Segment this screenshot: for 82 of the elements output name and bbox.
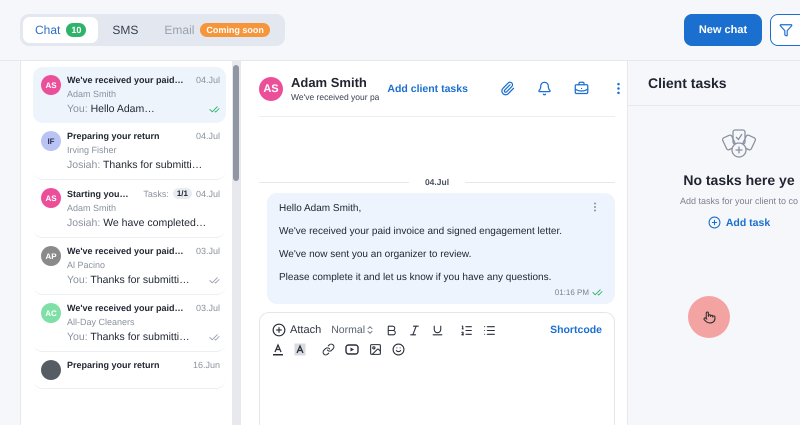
avatar: AC xyxy=(41,303,61,323)
photo-placeholder xyxy=(41,360,61,380)
coming-soon-badge: Coming soon xyxy=(200,23,270,37)
avatar: AP xyxy=(41,246,61,266)
message-preview: You: Thanks for submitti… xyxy=(67,274,191,286)
new-chat-button[interactable]: New chat xyxy=(684,14,762,46)
conversation-date: 04.Jul xyxy=(196,188,220,198)
tasks-label: Tasks: xyxy=(143,188,169,198)
conversation-title: Preparing your return xyxy=(67,131,161,141)
conversation-title: Preparing your return xyxy=(67,360,161,370)
conversation-item[interactable]: Preparing your return 16.Jun xyxy=(33,352,226,389)
hand-pointer-icon xyxy=(702,310,716,324)
plus-circle-icon xyxy=(708,216,721,229)
highlight-icon[interactable] xyxy=(294,343,306,356)
message-preview: You: Thanks for submitti… xyxy=(67,331,191,343)
bell-icon[interactable] xyxy=(536,81,552,96)
conversation-item[interactable]: AC We've received your paid… 03.Jul All-Day Cleaners You: Thanks for submitti… xyxy=(33,295,226,352)
attach-button[interactable]: Attach xyxy=(272,323,322,337)
count-badge: 10 xyxy=(66,23,86,37)
bullet-list-icon[interactable] xyxy=(483,324,496,336)
filter-icon xyxy=(778,23,792,37)
message-time: 01:16 PM xyxy=(554,288,589,297)
message-text: We've received your paid invoice and signed engagement letter. xyxy=(279,226,564,237)
conversation-date: 03.Jul xyxy=(196,303,220,313)
add-task-label: Add task xyxy=(726,216,770,228)
contact-name: Al Pacino xyxy=(67,260,106,270)
contact-name: Adam Smith xyxy=(67,89,116,99)
shortcode-link[interactable]: Shortcode xyxy=(550,324,602,336)
image-icon[interactable] xyxy=(369,343,382,356)
emoji-icon[interactable] xyxy=(392,343,405,356)
attach-label: Attach xyxy=(290,324,322,336)
text-color-icon[interactable] xyxy=(272,343,284,356)
conversation-date: 04.Jul xyxy=(196,75,220,85)
contact-name: Irving Fisher xyxy=(67,145,117,155)
italic-icon[interactable] xyxy=(408,324,422,336)
chat-subtitle: We've received your pa xyxy=(291,92,380,102)
panel-title: Client tasks xyxy=(648,75,727,91)
channel-tab[interactable]: Chat 10 xyxy=(23,17,98,43)
conversation-item[interactable]: AP We've received your paid… 03.Jul Al Pacino You: Thanks for submitti… xyxy=(33,238,226,295)
add-task-button[interactable]: Add task xyxy=(708,216,770,229)
message-text: Please complete it and let us know if you have any questions. xyxy=(279,272,552,283)
format-label: Normal xyxy=(331,324,366,336)
date-divider: 04.Jul xyxy=(424,177,450,187)
underline-icon[interactable] xyxy=(431,324,444,336)
conversation-item[interactable]: IF Preparing your return 04.Jul Irving Fisher Josiah: Thanks for submitti… xyxy=(33,123,226,180)
message-text: Hello Adam Smith, xyxy=(279,203,362,214)
briefcase-icon[interactable] xyxy=(574,81,589,96)
video-icon[interactable] xyxy=(345,343,359,356)
avatar: AS xyxy=(259,76,283,100)
plus-circle-icon xyxy=(272,323,286,337)
avatar: AS xyxy=(41,188,61,208)
conversation-item[interactable]: AS Starting you… Tasks: 1/1 04.Jul Adam Smith Josiah: We have completed… xyxy=(33,180,226,238)
conversation-title: Starting you… xyxy=(67,188,130,198)
conversation-title: We've received your paid… xyxy=(67,303,185,313)
avatar: IF xyxy=(41,131,61,151)
message-text: We've now sent you an organizer to review. xyxy=(279,249,472,260)
contact-name: Adam Smith xyxy=(291,75,368,90)
format-select[interactable]: Normal xyxy=(331,324,376,336)
conversation-date: 04.Jul xyxy=(196,131,220,141)
contact-name: Adam Smith xyxy=(67,203,116,213)
empty-title: No tasks here ye xyxy=(683,172,795,188)
conversation-date: 03.Jul xyxy=(196,246,220,256)
tasks-cards-icon xyxy=(721,128,757,160)
channel-tab[interactable]: SMS xyxy=(100,17,150,43)
bold-icon[interactable] xyxy=(385,324,398,336)
message-preview: Josiah: We have completed… xyxy=(67,217,208,229)
tasks-count: 1/1 xyxy=(172,188,192,199)
conversation-date: 16.Jun xyxy=(192,360,220,370)
message-preview: Josiah: Thanks for submitti… xyxy=(67,159,204,171)
conversation-title: We've received your paid… xyxy=(67,246,185,256)
filter-button[interactable] xyxy=(770,14,800,46)
message-preview: You: Hello Adam… xyxy=(67,103,156,115)
paperclip-icon[interactable] xyxy=(500,81,515,96)
link-icon[interactable] xyxy=(322,343,335,356)
conversation-item[interactable]: AS We've received your paid… 04.Jul Adam Smith You: Hello Adam… xyxy=(33,67,226,123)
empty-text: Add tasks for your client to co xyxy=(680,196,798,206)
avatar: AS xyxy=(41,75,61,95)
contact-name: All-Day Cleaners xyxy=(67,317,135,327)
ordered-list-icon[interactable] xyxy=(460,324,474,336)
add-client-tasks-link[interactable]: Add client tasks xyxy=(387,82,468,94)
conversation-title: We've received your paid… xyxy=(67,75,185,85)
up-down-chevron-icon xyxy=(365,325,376,335)
